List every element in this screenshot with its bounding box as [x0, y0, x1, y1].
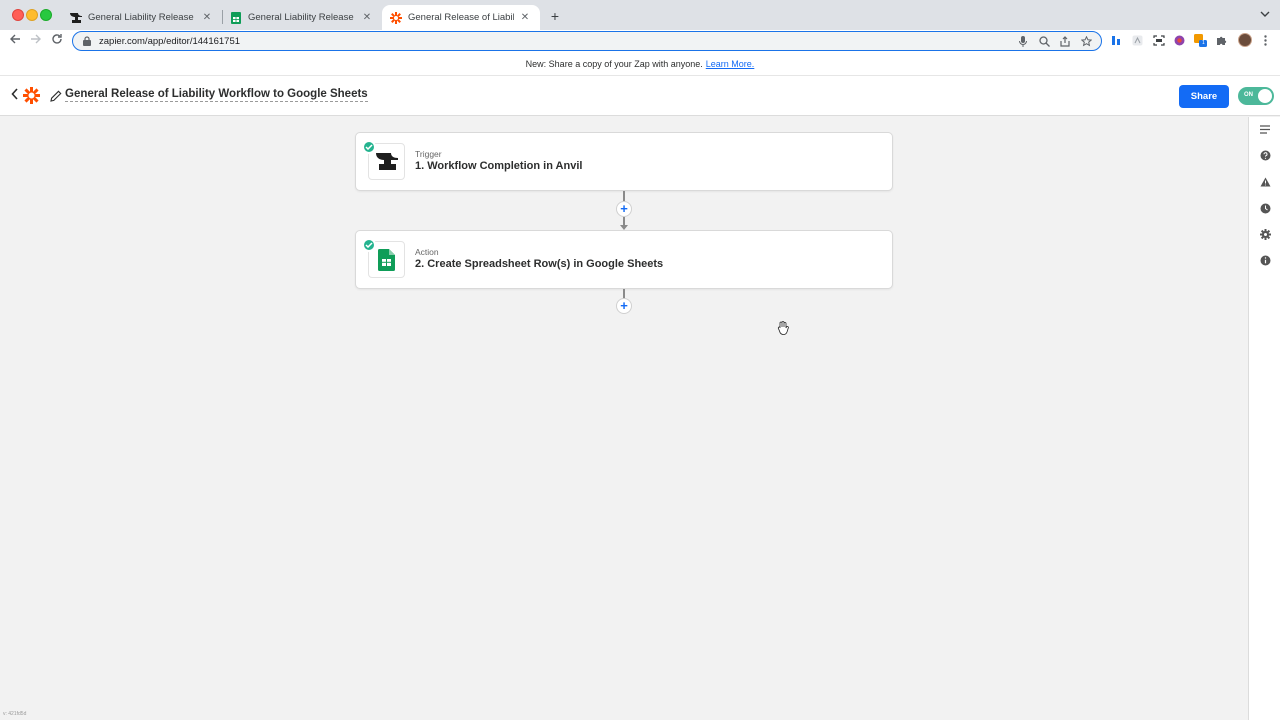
browser-tab-strip: General Liability Release - Anvil ✕ Gene… — [0, 0, 1280, 30]
action-step-card[interactable]: Action 2. Create Spreadsheet Row(s) in G… — [355, 230, 893, 289]
chrome-menu-icon[interactable] — [1259, 34, 1272, 47]
trigger-step-card[interactable]: Trigger 1. Workflow Completion in Anvil — [355, 132, 893, 191]
zapier-icon — [390, 11, 402, 24]
tab-title: General Liability Release - Anvil — [88, 12, 196, 23]
anvil-icon — [70, 12, 82, 24]
zap-on-toggle[interactable]: ON — [1238, 87, 1274, 105]
success-check-icon — [362, 238, 376, 252]
tab-google-sheets[interactable]: General Liability Release Responses ✕ — [222, 5, 382, 30]
history-icon[interactable] — [1259, 202, 1271, 214]
step-kind-label: Trigger — [415, 149, 442, 159]
settings-icon[interactable] — [1259, 228, 1271, 240]
learn-more-link[interactable]: Learn More. — [706, 59, 755, 69]
step-name: 1. Workflow Completion in Anvil — [415, 160, 583, 172]
url-text: zapier.com/app/editor/144161751 — [99, 35, 241, 47]
zap-editor-header: General Release of Liability Workflow to… — [0, 76, 1280, 116]
step-name: 2. Create Spreadsheet Row(s) in Google S… — [415, 258, 664, 270]
close-tab-icon[interactable]: ✕ — [360, 12, 374, 23]
close-tab-icon[interactable]: ✕ — [518, 12, 532, 23]
tab-anvil[interactable]: General Liability Release - Anvil ✕ — [62, 5, 222, 30]
maximize-window-button[interactable] — [40, 9, 52, 21]
extension-badge-icon[interactable]: 1 — [1194, 34, 1207, 47]
info-icon[interactable] — [1259, 254, 1271, 266]
step-kind-label: Action — [415, 247, 439, 257]
zoom-icon[interactable] — [1038, 35, 1050, 47]
version-label: v: 421fd5d — [3, 711, 27, 717]
close-tab-icon[interactable]: ✕ — [200, 12, 214, 23]
pencil-edit-icon[interactable] — [50, 89, 62, 102]
extension-color-icon[interactable] — [1173, 34, 1186, 47]
bookmark-star-icon[interactable] — [1080, 35, 1092, 47]
browser-toolbar: zapier.com/app/editor/144161751 1 — [0, 30, 1280, 52]
reload-icon[interactable] — [49, 33, 65, 49]
back-arrow-icon[interactable] — [7, 33, 23, 49]
extension-badge-count: 1 — [1202, 40, 1205, 46]
minimize-window-button[interactable] — [26, 9, 38, 21]
right-sidebar-rail — [1248, 117, 1280, 720]
new-tab-button[interactable]: + — [547, 8, 563, 24]
add-step-button[interactable]: + — [616, 201, 632, 217]
microphone-icon[interactable] — [1017, 35, 1029, 47]
back-chevron-icon[interactable] — [11, 88, 19, 103]
address-bar[interactable]: zapier.com/app/editor/144161751 — [72, 31, 1102, 51]
toggle-knob — [1258, 89, 1272, 103]
help-icon[interactable] — [1259, 149, 1271, 161]
announcement-banner: New: Share a copy of your Zap with anyon… — [0, 52, 1280, 76]
extension-chart-icon[interactable] — [1110, 34, 1123, 47]
share-button[interactable]: Share — [1179, 85, 1229, 108]
hand-cursor-icon — [777, 321, 789, 335]
success-check-icon — [362, 140, 376, 154]
toggle-label: ON — [1244, 92, 1253, 98]
announcement-text: New: Share a copy of your Zap with anyon… — [525, 58, 703, 69]
extensions-puzzle-icon[interactable] — [1215, 34, 1228, 47]
zap-title[interactable]: General Release of Liability Workflow to… — [65, 88, 368, 102]
step-connector — [623, 217, 625, 225]
forward-arrow-icon[interactable] — [28, 33, 44, 49]
tab-search-chevron-icon[interactable] — [1260, 9, 1270, 20]
zapier-logo-icon[interactable] — [23, 87, 40, 104]
profile-avatar[interactable] — [1238, 33, 1252, 47]
extension-screenshot-icon[interactable] — [1152, 34, 1165, 47]
share-page-icon[interactable] — [1059, 35, 1071, 47]
tab-zapier-editor[interactable]: General Release of Liability Workflow ✕ — [382, 5, 540, 30]
warning-icon[interactable] — [1259, 176, 1271, 188]
tab-title: General Release of Liability Workflow — [408, 12, 514, 23]
google-sheets-icon — [230, 11, 242, 24]
lock-icon[interactable] — [81, 36, 93, 46]
extension-translate-icon[interactable] — [1131, 34, 1144, 47]
add-step-button[interactable]: + — [616, 298, 632, 314]
tab-title: General Liability Release Responses — [248, 12, 356, 23]
close-window-button[interactable] — [12, 9, 24, 21]
outline-icon[interactable] — [1259, 123, 1271, 135]
